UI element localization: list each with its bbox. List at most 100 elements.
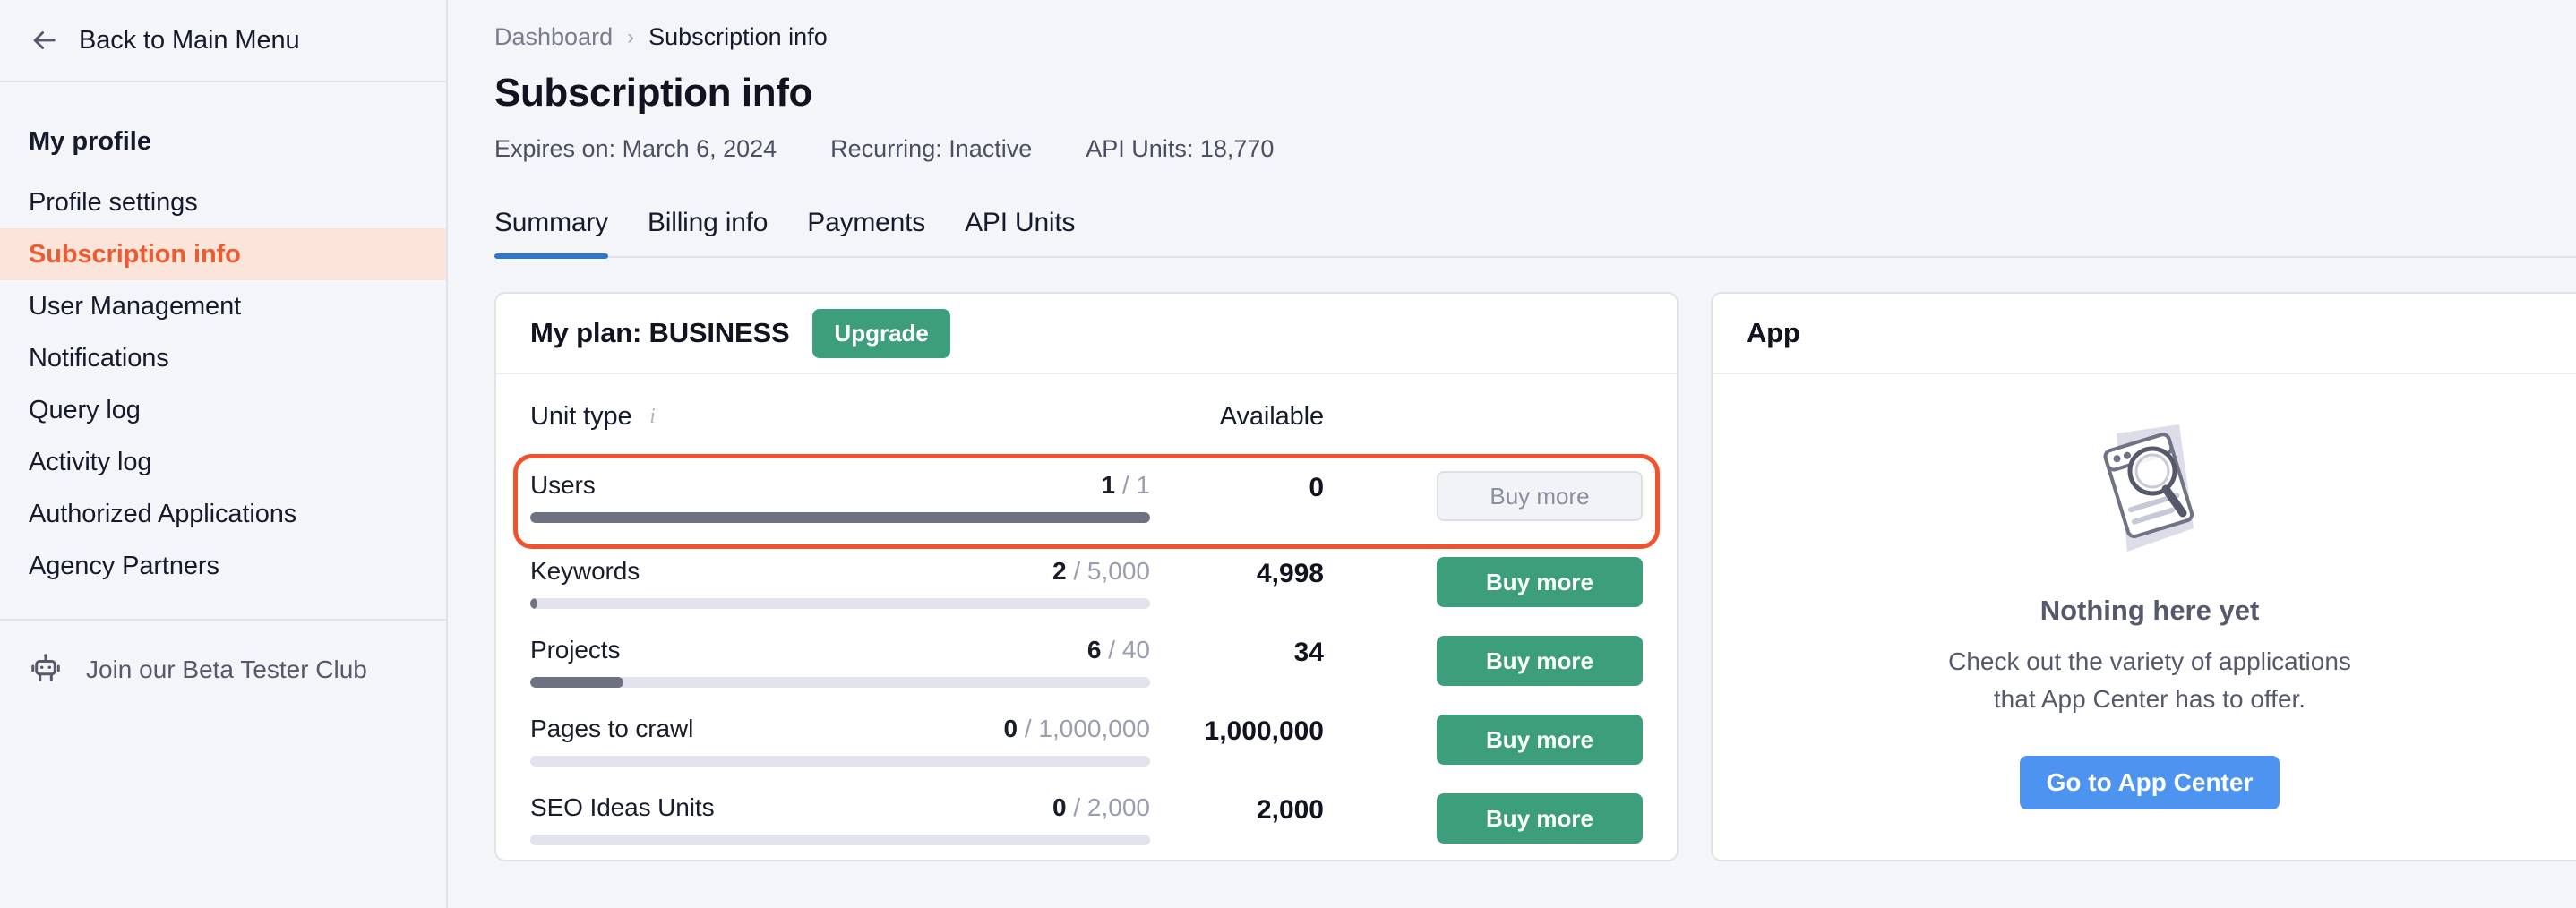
sidebar-item-agency-partners[interactable]: Agency Partners — [0, 540, 446, 592]
usage-progress-bar — [530, 677, 1150, 688]
row-action-cell: Buy more — [1419, 636, 1643, 686]
sidebar: Back to Main Menu My profile Profile set… — [0, 0, 448, 908]
unit-used: 6 — [1086, 636, 1102, 664]
buy-more-button[interactable]: Buy more — [1437, 471, 1643, 521]
app-card: App Nothing here yet Check out the varie… — [1711, 292, 2576, 861]
row-usage-block: Pages to crawl 0 / 1,000,000 — [530, 715, 1150, 767]
plan-card-header: My plan: BUSINESS Upgrade — [496, 294, 1677, 374]
column-unit-type: Unit type i — [530, 402, 1150, 432]
row-usage-top: Pages to crawl 0 / 1,000,000 — [530, 715, 1150, 743]
robot-icon — [29, 653, 63, 687]
row-usage-top: Users 1 / 1 — [530, 471, 1150, 500]
unit-total: 40 — [1121, 636, 1150, 664]
unit-available: 1,000,000 — [1204, 716, 1324, 746]
tab-billing-info[interactable]: Billing info — [648, 208, 769, 256]
unit-available: 34 — [1293, 638, 1324, 667]
sidebar-nav: Profile settings Subscription info User … — [0, 176, 446, 592]
row-usage-top: SEO Ideas Units 0 / 2,000 — [530, 793, 1150, 822]
unit-name: Keywords — [530, 557, 640, 585]
unit-slash: / — [1121, 471, 1129, 499]
sidebar-item-notifications[interactable]: Notifications — [0, 332, 446, 384]
buy-more-button[interactable]: Buy more — [1437, 557, 1643, 607]
table-row[interactable]: Keywords 2 / 5,000 4,998 Buy more — [530, 544, 1643, 623]
usage-progress-bar — [530, 512, 1150, 523]
unit-total: 1,000,000 — [1038, 715, 1150, 742]
unit-used: 2 — [1052, 557, 1067, 585]
sidebar-item-label: Notifications — [29, 343, 169, 373]
sidebar-item-profile-settings[interactable]: Profile settings — [0, 176, 446, 228]
unit-used: 0 — [1052, 793, 1067, 821]
app-card-header: App — [1713, 294, 2576, 374]
row-usage-block: SEO Ideas Units 0 / 2,000 — [530, 793, 1150, 845]
table-row[interactable]: SEO Ideas Units 0 / 2,000 2,000 Buy more — [530, 781, 1643, 860]
unit-usage: 2 / 5,000 — [1052, 557, 1150, 586]
usage-progress-bar — [530, 756, 1150, 767]
back-to-main-menu-label: Back to Main Menu — [79, 25, 300, 55]
info-icon[interactable]: i — [643, 405, 663, 428]
upgrade-button[interactable]: Upgrade — [812, 308, 950, 358]
buy-more-button[interactable]: Buy more — [1437, 793, 1643, 844]
tab-bar: Summary Billing info Payments API Units — [494, 208, 2576, 259]
empty-state-title: Nothing here yet — [2039, 595, 2260, 626]
row-usage-block: Users 1 / 1 — [530, 471, 1150, 523]
row-action-cell: Buy more — [1419, 557, 1643, 607]
usage-progress-fill — [530, 512, 1150, 523]
unit-name: Pages to crawl — [530, 715, 694, 742]
tab-summary[interactable]: Summary — [494, 208, 608, 259]
sidebar-item-query-log[interactable]: Query log — [0, 384, 446, 436]
unit-available: 2,000 — [1256, 795, 1324, 825]
unit-slash: / — [1073, 793, 1081, 821]
sidebar-item-label: Subscription info — [29, 239, 241, 269]
content-area: My plan: BUSINESS Upgrade Unit type i Av… — [494, 258, 2576, 861]
beta-tester-club-link[interactable]: Join our Beta Tester Club — [0, 621, 446, 719]
magnifier-document-icon — [2065, 421, 2235, 564]
buy-more-button[interactable]: Buy more — [1437, 715, 1643, 765]
unit-total: 1 — [1136, 471, 1150, 499]
unit-total: 2,000 — [1086, 793, 1150, 821]
unit-used: 1 — [1101, 471, 1116, 499]
unit-usage: 1 / 1 — [1102, 471, 1151, 500]
breadcrumb: Dashboard › Subscription info — [494, 0, 2576, 51]
units-table: Unit type i Available Users 1 / 1 0 Buy … — [496, 374, 1677, 860]
sidebar-item-activity-log[interactable]: Activity log — [0, 436, 446, 488]
plan-name: My plan: BUSINESS — [530, 317, 790, 348]
row-usage-block: Keywords 2 / 5,000 — [530, 557, 1150, 609]
table-row[interactable]: Pages to crawl 0 / 1,000,000 1,000,000 B… — [530, 702, 1643, 781]
unit-name: SEO Ideas Units — [530, 793, 715, 821]
go-to-app-center-button[interactable]: Go to App Center — [2019, 756, 2280, 809]
table-row[interactable]: Projects 6 / 40 34 Buy more — [530, 623, 1643, 702]
breadcrumb-current: Subscription info — [648, 23, 828, 50]
table-row[interactable]: Users 1 / 1 0 Buy more — [513, 454, 1660, 549]
breadcrumb-dashboard-link[interactable]: Dashboard — [494, 23, 613, 51]
sidebar-item-label: Activity log — [29, 447, 152, 476]
sidebar-item-user-management[interactable]: User Management — [0, 280, 446, 332]
row-usage-top: Projects 6 / 40 — [530, 636, 1150, 664]
empty-state-description: Check out the variety of applications th… — [1948, 643, 2351, 718]
sidebar-item-authorized-applications[interactable]: Authorized Applications — [0, 488, 446, 540]
buy-more-button[interactable]: Buy more — [1437, 636, 1643, 686]
usage-progress-bar — [530, 835, 1150, 845]
app-empty-state: Nothing here yet Check out the variety o… — [1713, 374, 2576, 809]
usage-progress-fill — [530, 598, 537, 609]
page-title: Subscription info — [494, 71, 812, 115]
arrow-left-icon — [29, 25, 59, 56]
main-content: Dashboard › Subscription info Subscripti… — [448, 0, 2576, 908]
unit-used: 0 — [1003, 715, 1018, 742]
api-units-text: API Units: 18,770 — [1086, 135, 1275, 162]
unit-available: 0 — [1309, 473, 1324, 502]
row-usage-top: Keywords 2 / 5,000 — [530, 557, 1150, 586]
sidebar-item-label: Authorized Applications — [29, 499, 297, 528]
unit-available: 4,998 — [1256, 559, 1324, 588]
row-usage-block: Projects 6 / 40 — [530, 636, 1150, 688]
unit-usage: 0 / 1,000,000 — [1004, 715, 1151, 743]
unit-slash: / — [1024, 715, 1032, 742]
unit-slash: / — [1073, 557, 1081, 585]
unit-slash: / — [1108, 636, 1116, 664]
beta-tester-club-label: Join our Beta Tester Club — [86, 655, 367, 683]
tab-api-units[interactable]: API Units — [965, 208, 1075, 256]
sidebar-item-subscription-info[interactable]: Subscription info — [0, 228, 446, 280]
back-to-main-menu-button[interactable]: Back to Main Menu — [0, 0, 446, 82]
tab-payments[interactable]: Payments — [807, 208, 925, 256]
usage-progress-bar — [530, 598, 1150, 609]
unit-name: Users — [530, 471, 596, 499]
